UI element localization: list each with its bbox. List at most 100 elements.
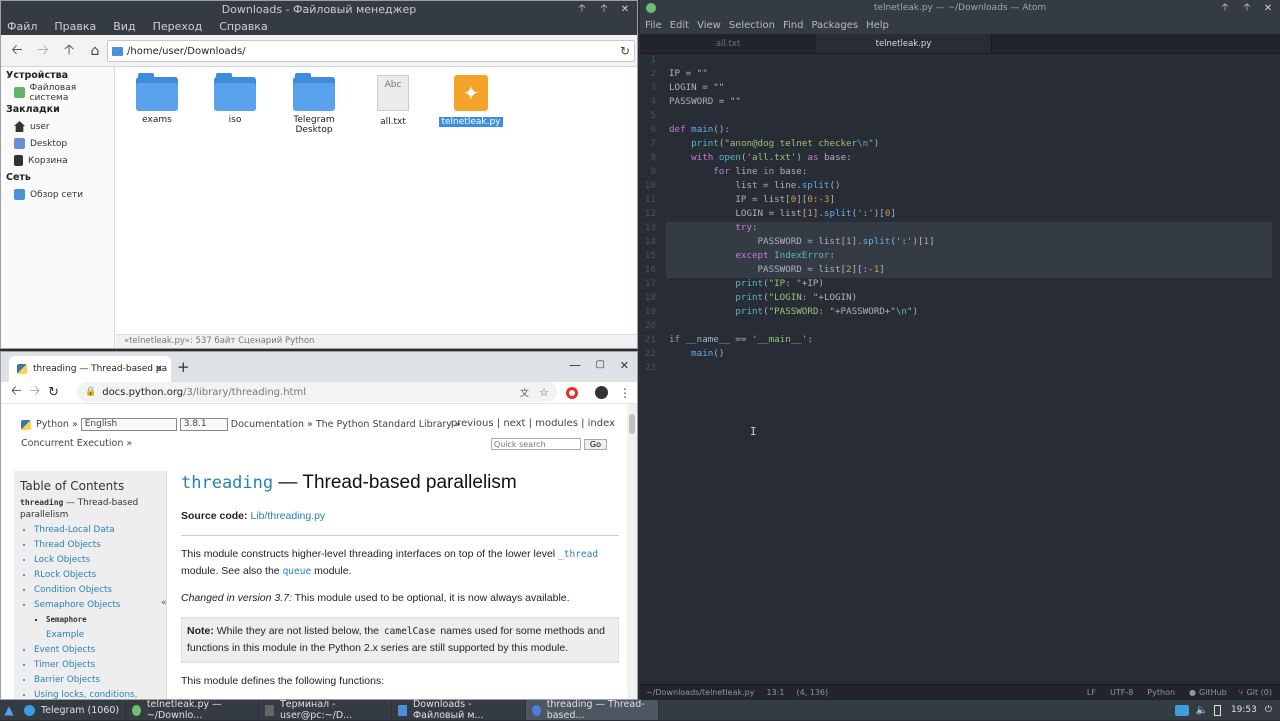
toc-subitem-example[interactable]: Example [46, 630, 160, 645]
source-link[interactable]: Lib/threading.py [250, 510, 325, 522]
toc-subitem[interactable]: Semaphore [46, 615, 160, 630]
menu-kebab-icon[interactable]: ⋮ [619, 386, 631, 400]
start-menu-icon[interactable]: ▲ [0, 703, 18, 717]
opera-extension-icon[interactable] [566, 386, 578, 399]
tab-telnetleak-py[interactable]: telnetleak.py [816, 34, 992, 53]
index-link[interactable]: index [588, 418, 615, 429]
collapse-sidebar-icon[interactable]: « [161, 598, 167, 608]
volume-icon[interactable]: 🔈 [1195, 705, 1207, 716]
back-arrow-icon[interactable]: 🡠 [5, 39, 29, 63]
close-icon[interactable]: ✕ [1259, 0, 1277, 17]
queue-link[interactable]: queue [283, 566, 312, 577]
sidebar-item-filesystem[interactable]: Файловая система [1, 83, 114, 103]
toc-item[interactable]: RLock Objects [34, 570, 160, 585]
location-bar[interactable]: /home/user/Downloads/ ↻ [107, 40, 635, 62]
address-bar[interactable]: 🔒 docs.python.org/3/library/threading.ht… [77, 382, 557, 402]
menu-packages[interactable]: Packages [811, 20, 858, 31]
maximize-icon[interactable]: ▢ [596, 359, 605, 370]
file-item-telegram-desktop[interactable]: Telegram Desktop [274, 67, 354, 135]
toc-item[interactable]: Thread-Local Data [34, 525, 160, 540]
selection-count[interactable]: (4, 136) [796, 688, 828, 697]
menu-go[interactable]: Переход [153, 20, 203, 33]
breadcrumb-concurrent[interactable]: Concurrent Execution » [21, 438, 132, 449]
thread-link[interactable]: _thread [558, 549, 598, 560]
toc-module[interactable]: threading — Thread-based parallelism [20, 497, 160, 521]
task-browser[interactable]: threading — Thread-based... [526, 699, 660, 721]
git-status[interactable]: Git (0) [1247, 688, 1272, 697]
line-ending[interactable]: LF [1087, 688, 1096, 697]
task-file-manager[interactable]: Downloads - Файловый м... [392, 699, 527, 721]
toc-item[interactable]: Using locks, conditions, [34, 690, 160, 699]
power-icon[interactable]: ⏻ [1265, 705, 1272, 715]
github-icon[interactable]: ● [1189, 688, 1196, 697]
task-atom[interactable]: telnetleak.py — ~/Downlo... [126, 699, 260, 721]
go-button[interactable]: Go [583, 438, 607, 450]
file-item-exams[interactable]: exams [118, 67, 196, 125]
menu-view[interactable]: Вид [113, 20, 135, 33]
task-telegram[interactable]: Telegram (1060) [18, 700, 127, 720]
minimize-icon[interactable]: — [569, 358, 581, 372]
python-link[interactable]: Python [36, 419, 69, 430]
minimize-icon[interactable]: 🡡 [1216, 0, 1234, 17]
menu-file[interactable]: File [645, 20, 662, 31]
menu-file[interactable]: Файл [7, 20, 37, 33]
toc-item[interactable]: Timer Objects [34, 660, 160, 675]
maximize-icon[interactable]: 🡡 [1238, 0, 1256, 17]
reload-icon[interactable]: ↻ [48, 385, 59, 400]
menu-edit[interactable]: Правка [54, 20, 96, 33]
menu-find[interactable]: Find [783, 20, 804, 31]
sidebar-item-desktop[interactable]: Desktop [1, 135, 114, 152]
toc-item[interactable]: Condition Objects [34, 585, 160, 600]
quick-search-input[interactable] [490, 438, 581, 450]
close-tab-icon[interactable]: ✕ [155, 364, 163, 375]
version-select[interactable]: 3.8.1 [179, 418, 228, 431]
next-link[interactable]: next [503, 418, 525, 429]
close-window-icon[interactable]: ✕ [620, 359, 629, 372]
menu-edit[interactable]: Edit [670, 20, 689, 31]
profile-avatar-icon[interactable] [595, 386, 608, 399]
task-terminal[interactable]: Терминал - user@pc:~/D... [259, 699, 393, 721]
sidebar-item-user[interactable]: user [1, 118, 114, 135]
page-scrollbar[interactable] [627, 404, 637, 699]
sidebar-item-network[interactable]: Обзор сети [1, 186, 114, 203]
breadcrumb[interactable]: Documentation » The Python Standard Libr… [231, 419, 461, 430]
grammar[interactable]: Python [1147, 688, 1175, 697]
reload-icon[interactable]: ↻ [620, 44, 630, 58]
git-icon[interactable]: ⑂ [1239, 688, 1244, 697]
file-item-iso[interactable]: iso [196, 67, 274, 125]
toc-item[interactable]: Thread Objects [34, 540, 160, 555]
close-icon[interactable]: ✕ [616, 1, 634, 18]
new-tab-icon[interactable]: + [177, 358, 190, 376]
minimize-icon[interactable]: 🡡 [573, 1, 591, 18]
modules-link[interactable]: modules [535, 418, 578, 429]
github-label[interactable]: GitHub [1199, 688, 1227, 697]
toc-item[interactable]: Event Objects [34, 645, 160, 660]
language-select[interactable]: English [80, 418, 177, 431]
toc-item[interactable]: Barrier Objects [34, 675, 160, 690]
sidebar-item-trash[interactable]: Корзина [1, 152, 114, 169]
up-arrow-icon[interactable]: 🡡 [57, 39, 81, 63]
translate-icon[interactable]: 文 [520, 386, 529, 399]
forward-arrow-icon[interactable]: 🡢 [30, 382, 41, 404]
maximize-icon[interactable]: 🡡 [595, 1, 613, 18]
back-arrow-icon[interactable]: 🡠 [11, 382, 22, 404]
menu-help[interactable]: Справка [219, 20, 267, 33]
toc-item[interactable]: Semaphore Objects [34, 600, 160, 615]
battery-icon[interactable] [1213, 704, 1221, 716]
network-tray-icon[interactable] [1175, 704, 1190, 716]
bookmark-star-icon[interactable]: ☆ [539, 386, 549, 399]
menu-selection[interactable]: Selection [729, 20, 775, 31]
tab-all-txt[interactable]: all.txt [640, 34, 816, 53]
file-item-telnetleak-py[interactable]: ✦ telnetleak.py [432, 67, 510, 127]
menu-view[interactable]: View [697, 20, 721, 31]
previous-link[interactable]: previous [451, 418, 494, 429]
fm-titlebar[interactable]: Downloads - Файловый менеджер 🡡 🡡 ✕ [1, 1, 637, 18]
forward-arrow-icon[interactable]: 🡢 [31, 39, 55, 63]
code-editor[interactable]: 1 2 IP = "" 3 LOGIN = "" 4 PASSWORD = "" 5 … [640, 54, 1280, 684]
file-path[interactable]: ~/Downloads/telnetleak.py [646, 688, 754, 697]
clock[interactable]: 19:53 [1231, 705, 1257, 715]
atom-titlebar[interactable]: telnetleak.py — ~/Downloads — Atom 🡡 🡡 ✕ [640, 0, 1280, 17]
encoding[interactable]: UTF-8 [1110, 688, 1133, 697]
toc-item[interactable]: Lock Objects [34, 555, 160, 570]
browser-tab[interactable]: threading — Thread-based pa ✕ [9, 356, 171, 382]
